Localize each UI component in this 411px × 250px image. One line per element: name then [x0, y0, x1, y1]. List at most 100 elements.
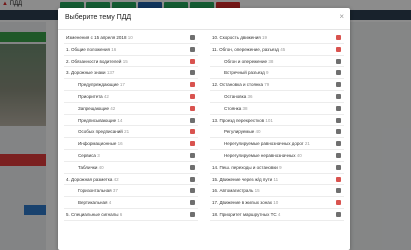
- topic-label: Вертикальная 4: [78, 200, 112, 206]
- topic-count: 40: [296, 152, 302, 158]
- topic-label: Информационные 16: [78, 141, 123, 147]
- topic-row[interactable]: Предписывающие 14: [64, 115, 198, 127]
- topic-row[interactable]: 12. Остановка и стоянка 79: [210, 79, 344, 91]
- topic-label: Предупреждающие 17: [78, 82, 125, 88]
- status-red-icon: [190, 105, 195, 111]
- topic-row[interactable]: Встречный разъезд 9: [210, 67, 344, 80]
- topic-count: 21: [124, 129, 130, 135]
- topic-label: Нерегулируемые неравнозначных 40: [224, 152, 302, 158]
- topic-label: 4. Дорожная разметка 42: [66, 176, 119, 182]
- topic-label: Регулируемые 40: [224, 129, 261, 135]
- status-gray-icon: [336, 70, 341, 76]
- topic-row[interactable]: 13. Проезд перекрестков 101: [210, 115, 344, 127]
- topic-label: 13. Проезд перекрестков 101: [212, 117, 273, 123]
- topic-row[interactable]: Изменения с 15 апреля 2018 10: [64, 32, 198, 44]
- topic-label: 12. Остановка и стоянка 79: [212, 82, 270, 88]
- topic-label: 10. Скорость движения 19: [212, 35, 267, 40]
- status-gray-icon: [336, 152, 341, 158]
- close-icon[interactable]: ×: [339, 12, 344, 21]
- topic-label: 14. Пеш. переходы и остановки 9: [212, 164, 282, 170]
- topic-count: 19: [261, 35, 267, 40]
- topic-row[interactable]: Горизонтальная 37: [64, 185, 198, 198]
- topic-count: 14: [117, 117, 123, 123]
- topic-row[interactable]: Регулируемые 40: [210, 126, 344, 139]
- topic-column-right: 10. Скорость движения 19 11. Обгон, опере…: [210, 32, 344, 221]
- topic-count: 10: [273, 200, 279, 206]
- status-gray-icon: [336, 164, 341, 170]
- status-red-icon: [190, 93, 195, 99]
- topic-row[interactable]: Предупреждающие 17: [64, 79, 198, 91]
- status-red-icon: [336, 176, 341, 182]
- status-red-icon: [190, 129, 195, 135]
- topic-label: Таблички 40: [78, 164, 104, 170]
- topic-label: Встречный разъезд 9: [224, 70, 269, 76]
- topic-row[interactable]: 3. Дорожные знаки 137: [64, 67, 198, 80]
- topic-row[interactable]: 10. Скорость движения 19: [210, 32, 344, 44]
- status-gray-icon: [336, 105, 341, 111]
- topic-row[interactable]: 2. Обязанности водителей 15: [64, 56, 198, 68]
- topic-row[interactable]: 16. Автомагистраль 15: [210, 185, 344, 198]
- topic-row[interactable]: 14. Пеш. переходы и остановки 9: [210, 162, 344, 174]
- topic-label: 15. Движение через ж/д пути 11: [212, 176, 279, 182]
- topic-row[interactable]: Нерегулируемые неравнозначных 40: [210, 150, 344, 162]
- topic-row[interactable]: Таблички 40: [64, 162, 198, 174]
- topic-count: 42: [113, 176, 119, 182]
- topic-label: Обгон и опережение 38: [224, 58, 274, 64]
- topic-select-modal: Выберите тему ПДД × Изменения с 15 апрел…: [58, 8, 350, 250]
- status-gray-icon: [190, 35, 195, 40]
- topic-label: Горизонтальная 37: [78, 188, 118, 194]
- topic-label: 5. Специальные сигналы 6: [66, 211, 123, 217]
- status-red-icon: [190, 82, 195, 88]
- topic-row[interactable]: Остановка 36: [210, 91, 344, 103]
- status-gray-icon: [190, 117, 195, 123]
- topic-count: 11: [273, 176, 279, 182]
- topic-count: 9: [266, 70, 269, 76]
- topic-count: 42: [110, 105, 116, 111]
- status-gray-icon: [190, 152, 195, 158]
- status-gray-icon: [190, 46, 195, 52]
- topic-label: 3. Дорожные знаки 137: [66, 70, 115, 76]
- status-gray-icon: [190, 211, 195, 217]
- topic-label: Стоянка 38: [224, 105, 248, 111]
- topic-label: 16. Автомагистраль 15: [212, 188, 260, 194]
- status-gray-icon: [336, 129, 341, 135]
- topic-row[interactable]: 17. Движение в жилых зонах 10: [210, 197, 344, 209]
- modal-header: Выберите тему ПДД ×: [58, 8, 350, 30]
- topic-row[interactable]: Вертикальная 4: [64, 197, 198, 209]
- topic-label: 17. Движение в жилых зонах 10: [212, 200, 279, 206]
- status-gray-icon: [336, 93, 341, 99]
- topic-row[interactable]: 1. Общие положения 16: [64, 44, 198, 56]
- topic-row[interactable]: Сервиса 3: [64, 150, 198, 162]
- status-gray-icon: [190, 164, 195, 170]
- topic-row[interactable]: Запрещающие 42: [64, 103, 198, 115]
- topic-label: 2. Обязанности водителей 15: [66, 58, 128, 64]
- topic-row[interactable]: Нерегулируемые равнозначных дорог 21: [210, 138, 344, 150]
- status-gray-icon: [190, 176, 195, 182]
- topic-label: 1. Общие положения 16: [66, 46, 117, 52]
- topic-row[interactable]: Информационные 16: [64, 138, 198, 150]
- topic-row[interactable]: 18. Приоритет маршрутных ТС 4: [210, 209, 344, 221]
- status-gray-icon: [336, 117, 341, 123]
- topic-label: Сервиса 3: [78, 152, 100, 158]
- status-gray-icon: [190, 70, 195, 76]
- topic-row[interactable]: 4. Дорожная разметка 42: [64, 174, 198, 186]
- topic-row[interactable]: Стоянка 38: [210, 103, 344, 115]
- topic-count: 17: [119, 82, 125, 88]
- topic-row[interactable]: 5. Специальные сигналы 6: [64, 209, 198, 221]
- topic-count: 16: [111, 46, 117, 52]
- status-red-icon: [190, 141, 195, 147]
- topic-row[interactable]: Обгон и опережение 38: [210, 56, 344, 68]
- topic-count: 38: [242, 105, 248, 111]
- topic-label: Запрещающие 42: [78, 105, 116, 111]
- topic-row[interactable]: Особых предписаний 21: [64, 126, 198, 139]
- topic-count: 10: [127, 35, 133, 40]
- topic-count: 9: [279, 164, 282, 170]
- topic-count: 42: [103, 93, 109, 99]
- topic-row[interactable]: Приоритета 42: [64, 91, 198, 103]
- topic-row[interactable]: 11. Обгон, опережение, разъезд 45: [210, 44, 344, 56]
- topic-count: 3: [97, 152, 100, 158]
- status-red-icon: [190, 58, 195, 64]
- status-gray-icon: [336, 188, 341, 194]
- topic-count: 38: [268, 58, 274, 64]
- topic-row[interactable]: 15. Движение через ж/д пути 11: [210, 174, 344, 186]
